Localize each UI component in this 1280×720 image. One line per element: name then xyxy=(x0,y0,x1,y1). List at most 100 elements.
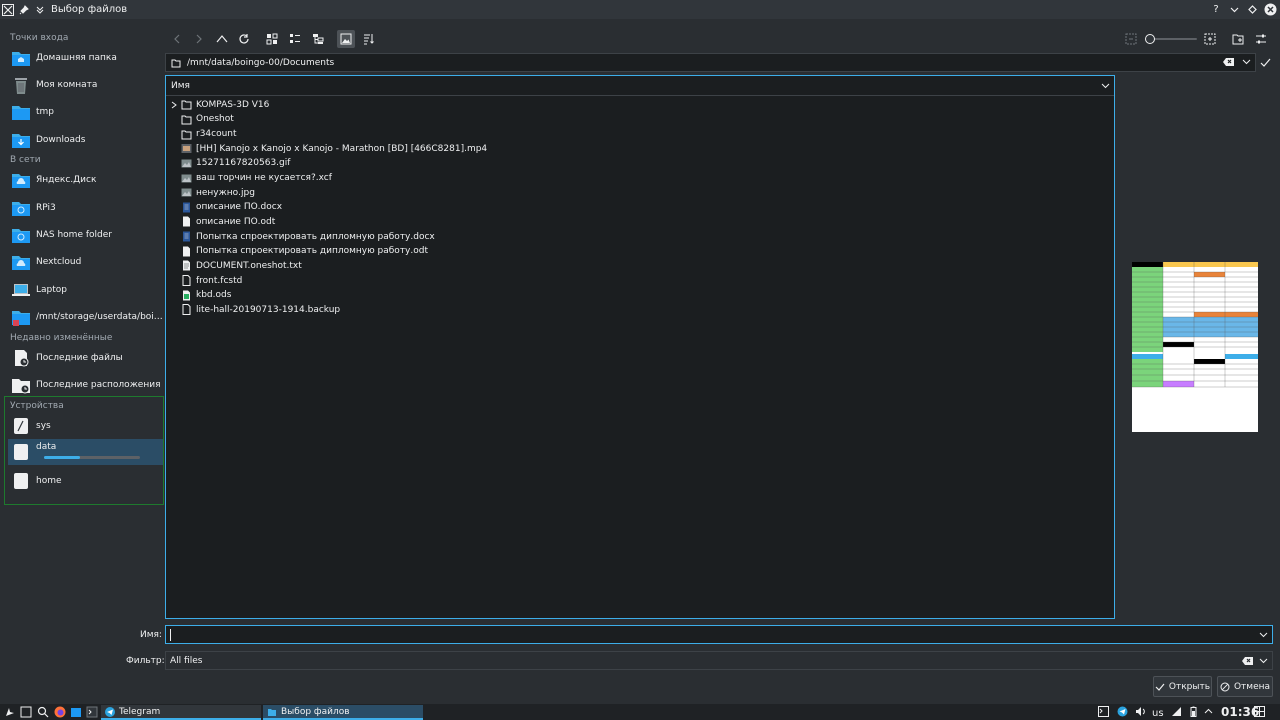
task-telegram[interactable]: Telegram xyxy=(101,705,261,720)
location-history-chevron-icon[interactable] xyxy=(1242,59,1251,65)
sidebar-item-data[interactable]: data xyxy=(8,439,163,465)
console-tray-icon[interactable] xyxy=(1098,706,1109,717)
text-icon xyxy=(181,260,192,271)
section-recent: Недавно изменённые xyxy=(10,333,113,343)
tree-view-button[interactable] xyxy=(309,30,327,48)
file-row[interactable]: DOCUMENT.oneshot.txt xyxy=(170,259,302,274)
location-bar[interactable]: /mnt/data/boingo-00/Documents xyxy=(165,53,1256,72)
sidebar-item-recent-locations[interactable]: Последние расположения xyxy=(8,371,163,398)
firefox-icon[interactable] xyxy=(54,706,66,718)
zoom-out-icon[interactable] xyxy=(1122,30,1140,48)
collapse-icon[interactable] xyxy=(32,2,48,18)
dolphin-icon[interactable] xyxy=(70,706,82,718)
video-icon xyxy=(181,143,192,154)
sidebar-item-yandex-disk[interactable]: Яндекс.Диск xyxy=(8,166,163,193)
location-path: /mnt/data/boingo-00/Documents xyxy=(187,57,335,68)
search-icon[interactable] xyxy=(37,706,49,718)
name-dropdown-chevron-icon[interactable] xyxy=(1259,632,1268,638)
clear-filter-icon[interactable] xyxy=(1242,656,1254,666)
telegram-icon xyxy=(105,706,115,717)
drive-icon xyxy=(11,442,31,462)
network-icon[interactable] xyxy=(1171,706,1182,717)
file-row[interactable]: kbd.ods xyxy=(170,288,231,303)
sidebar-item-sys[interactable]: sys xyxy=(8,412,163,439)
sidebar-item-home[interactable]: Домашняя папка xyxy=(8,44,163,71)
spreadsheet-thumbnail xyxy=(1132,262,1258,388)
keyboard-layout[interactable]: us xyxy=(1152,708,1164,719)
filter-chevron-icon[interactable] xyxy=(1259,658,1268,664)
terminal-icon[interactable] xyxy=(86,706,98,718)
compact-view-button[interactable] xyxy=(286,30,304,48)
file-row[interactable]: 15271167820563.gif xyxy=(170,156,290,171)
sidebar-item-nas[interactable]: NAS home folder xyxy=(8,221,163,248)
sidebar-item-recent-files[interactable]: Последние файлы xyxy=(8,344,163,371)
sidebar-item-home-drive[interactable]: home xyxy=(8,467,163,494)
file-row[interactable]: r34count xyxy=(170,127,237,142)
back-button[interactable] xyxy=(168,30,186,48)
parent-folder-button[interactable] xyxy=(213,30,231,48)
zoom-slider[interactable] xyxy=(1145,34,1197,44)
recent-files-icon xyxy=(11,348,31,368)
minimize-icon[interactable] xyxy=(1226,1,1242,17)
image-icon xyxy=(181,187,192,198)
sort-button[interactable] xyxy=(360,30,378,48)
new-folder-button[interactable] xyxy=(1229,30,1247,48)
filter-value: All files xyxy=(170,655,203,666)
close-icon[interactable] xyxy=(1262,1,1278,17)
file-name-input[interactable] xyxy=(165,625,1273,644)
cloud-folder-icon xyxy=(11,170,31,190)
desktop-grid-icon[interactable] xyxy=(1254,706,1265,717)
file-row[interactable]: описание ПО.odt xyxy=(170,215,275,230)
disk-usage-fill xyxy=(44,456,81,459)
file-row[interactable]: Попытка спроектировать дипломную работу.… xyxy=(170,244,428,259)
show-desktop-icon[interactable] xyxy=(20,706,32,718)
file-row[interactable]: Oneshot xyxy=(170,112,234,127)
reload-button[interactable] xyxy=(235,30,253,48)
file-row[interactable]: front.fcstd xyxy=(170,273,242,288)
sidebar-item-laptop[interactable]: Laptop xyxy=(8,276,163,303)
open-button[interactable]: Открыть xyxy=(1153,676,1212,697)
file-name: DOCUMENT.oneshot.txt xyxy=(196,260,302,271)
file-row[interactable]: ненужно.jpg xyxy=(170,185,255,200)
sidebar-item-rpi3[interactable]: RPi3 xyxy=(8,194,163,221)
file-row[interactable]: Попытка спроектировать дипломную работу.… xyxy=(170,229,435,244)
task-file-picker[interactable]: Выбор файлов xyxy=(263,705,423,720)
file-row[interactable]: ваш торчин не кусается?.xcf xyxy=(170,171,332,186)
file-row[interactable]: [HH] Kanojo x Kanojo x Kanojo - Marathon… xyxy=(170,141,487,156)
preview-toggle-button[interactable] xyxy=(337,30,355,48)
battery-icon[interactable] xyxy=(1188,706,1199,717)
notifications-chevron-icon[interactable] xyxy=(1204,707,1213,716)
title-bar: Выбор файлов ? xyxy=(0,0,1280,19)
window-title: Выбор файлов xyxy=(51,4,128,15)
app-launcher-icon[interactable] xyxy=(4,706,16,718)
filter-select[interactable]: All files xyxy=(165,651,1273,670)
expand-chevron-icon[interactable] xyxy=(170,101,181,109)
sidebar-item-mnt-storage[interactable]: /mnt/storage/userdata/boing... xyxy=(8,303,163,330)
app-icon[interactable] xyxy=(0,2,16,18)
zoom-in-icon[interactable] xyxy=(1201,30,1219,48)
file-row[interactable]: KOMPAS-3D V16 xyxy=(170,98,269,113)
recent-locations-icon xyxy=(11,375,31,395)
maximize-icon[interactable] xyxy=(1244,1,1260,17)
sidebar-item-downloads[interactable]: Downloads xyxy=(8,126,163,153)
help-icon[interactable]: ? xyxy=(1208,1,1224,17)
sidebar-item-nextcloud[interactable]: Nextcloud xyxy=(8,248,163,275)
confirm-location-button[interactable] xyxy=(1256,53,1274,71)
folder-icon xyxy=(181,129,192,140)
sidebar-item-trash[interactable]: Моя комната xyxy=(8,71,163,98)
pin-icon[interactable] xyxy=(16,2,32,18)
file-row[interactable]: описание ПО.docx xyxy=(170,200,282,215)
column-header-name[interactable]: Имя xyxy=(166,76,1114,96)
telegram-tray-icon[interactable] xyxy=(1117,706,1128,717)
options-menu-button[interactable] xyxy=(1252,30,1270,48)
clear-location-icon[interactable] xyxy=(1223,57,1235,67)
file-preview xyxy=(1132,262,1258,432)
file-row[interactable]: lite-hall-20190713-1914.backup xyxy=(170,303,340,318)
file-list-view[interactable]: Имя KOMPAS-3D V16 Oneshot r34count [HH] Kan… xyxy=(165,75,1115,619)
icons-view-button[interactable] xyxy=(263,30,281,48)
laptop-icon xyxy=(11,280,31,300)
cancel-button[interactable]: Отмена xyxy=(1217,676,1273,697)
sidebar-item-tmp[interactable]: tmp xyxy=(8,98,163,125)
volume-icon[interactable] xyxy=(1135,706,1146,717)
forward-button[interactable] xyxy=(190,30,208,48)
